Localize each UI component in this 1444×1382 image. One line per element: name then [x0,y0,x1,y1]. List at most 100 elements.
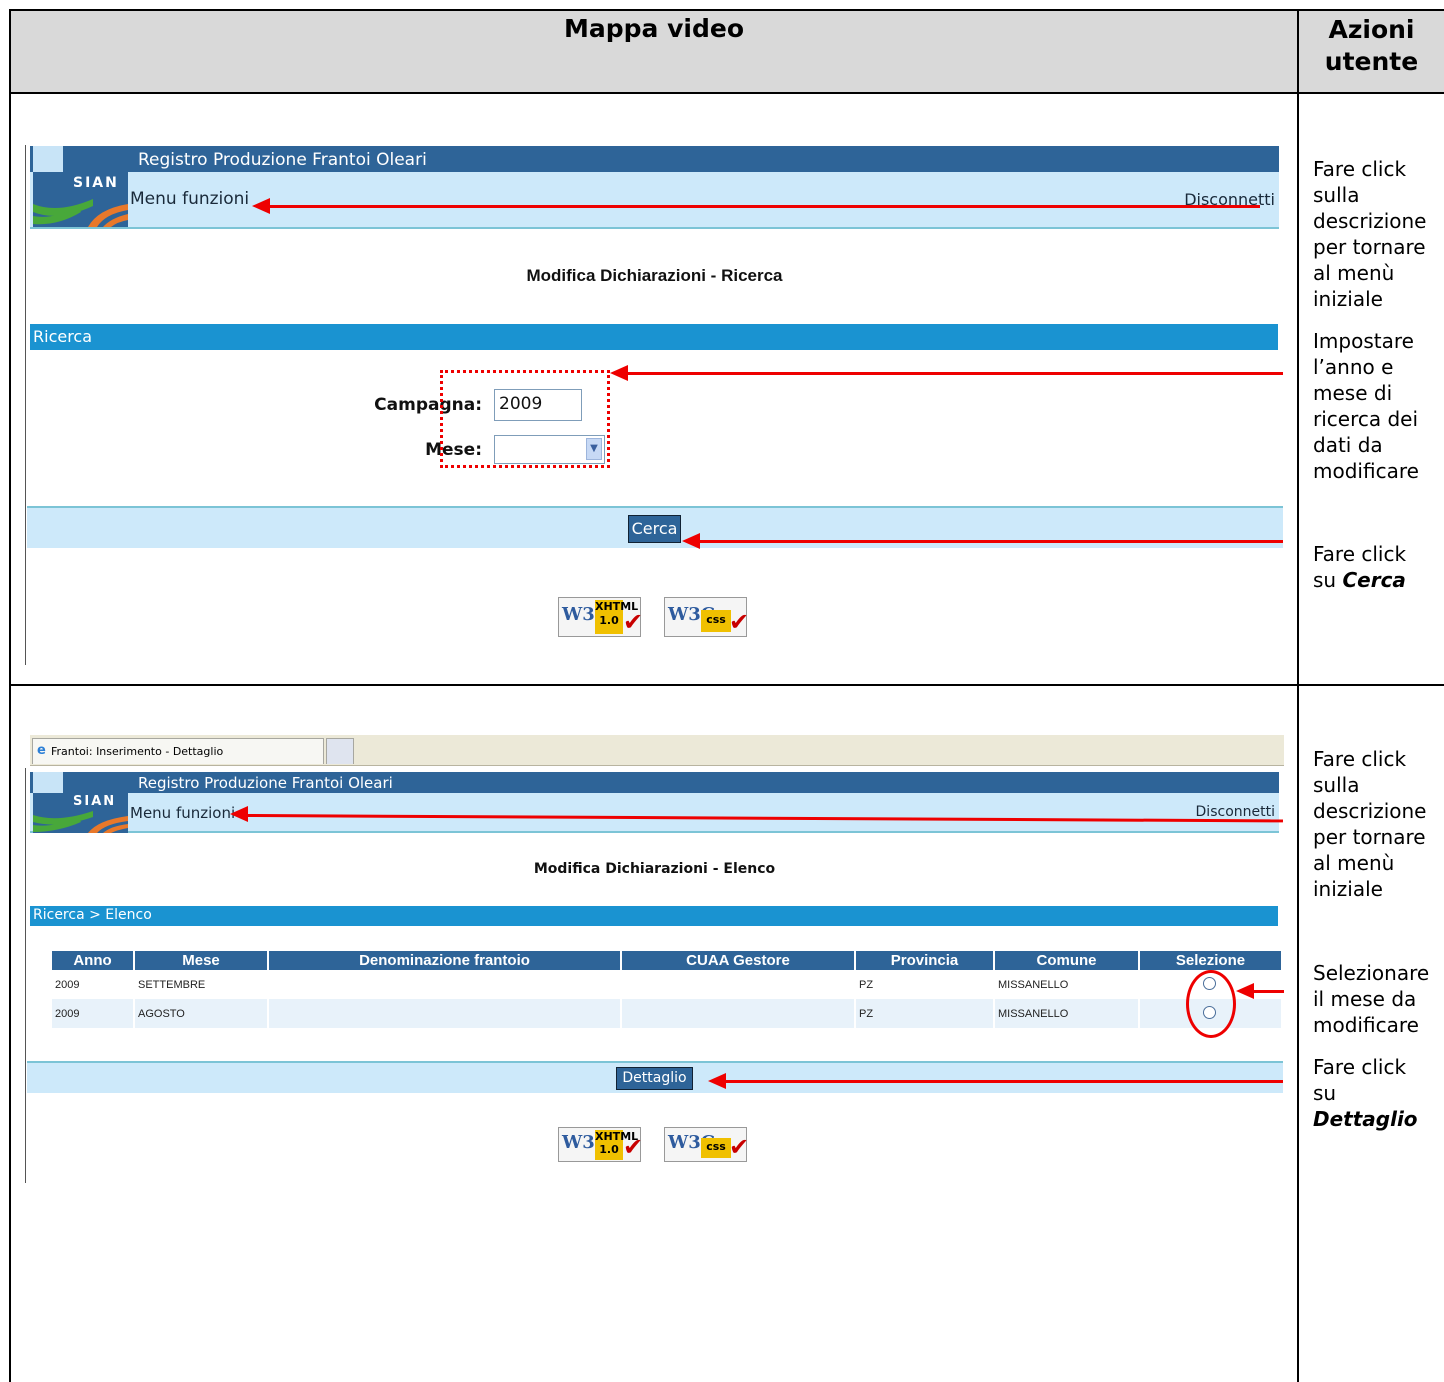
dettaglio-button[interactable]: Dettaglio [616,1067,693,1090]
browser-tab[interactable]: e Frantoi: Inserimento - Dettaglio [32,738,324,764]
column-title-line-2: utente [1324,47,1419,76]
checkmark-icon: ✔ [623,608,644,636]
action-line: modificare [1313,1013,1419,1037]
arrow-line-campagna [628,372,1283,375]
cell-frantoio [267,970,621,999]
cell-frantoio [267,999,621,1028]
highlight-box [440,370,610,468]
column-header[interactable]: Provincia [854,951,994,970]
checkmark-icon: ✔ [729,1133,750,1161]
action-line: su Cerca [1313,567,1441,593]
cell-anno: 2009 [55,978,80,991]
action-line: l’anno e [1313,355,1394,379]
table-border-middle [1297,9,1299,1382]
action-line: sulla [1313,183,1360,207]
cerca-button[interactable]: Cerca [628,515,681,543]
w3c-css-badge[interactable]: W3C css ✔ [664,597,750,637]
action-line: descrizione [1313,799,1427,823]
cell-anno: 2009 [52,999,134,1028]
breadcrumb-text[interactable]: Ricerca > Elenco [33,907,152,923]
column-header[interactable]: Comune [993,951,1139,970]
browser-tab-bar: e Frantoi: Inserimento - Dettaglio [30,735,1284,766]
table-border-row [10,684,1444,686]
logo-top-square [33,146,63,174]
action-line: mese di [1313,381,1393,405]
column-title-azioni-utente: Azioni utente [1299,14,1444,78]
arrow-head-icon [230,806,248,822]
xhtml-version: 1.0 [599,1143,619,1156]
cell-comune: MISSANELLO [993,999,1139,1028]
xhtml-version: 1.0 [599,614,619,627]
column-header[interactable]: Mese [133,951,268,970]
action-line: iniziale [1313,877,1383,901]
arrow-line-menu [270,205,1260,208]
breadcrumb: Ricerca > Elenco [30,906,1278,926]
arrow-head-icon [252,198,270,214]
checkmark-icon: ✔ [729,608,750,636]
table-row: 2009 SETTEMBRE PZ MISSANELLO [52,970,1281,999]
results-table: Anno Mese Denominazione frantoio CUAA Ge… [52,951,1281,1028]
action-line: Fare click [1313,1055,1407,1079]
column-header[interactable]: Anno [52,951,134,970]
action-line: al menù [1313,261,1395,285]
table-row: 2009 AGOSTO PZ MISSANELLO [52,999,1281,1028]
action-line: su [1313,1081,1337,1105]
section-label: Ricerca [33,327,93,346]
action-dettaglio: Fare click su Dettaglio [1313,1054,1441,1132]
xhtml-badge-yellow: XHTML 1.0 [595,600,639,634]
page-heading: Modifica Dichiarazioni - Elenco [533,861,776,877]
logo-top-square [33,772,63,794]
w3c-xhtml-badge[interactable]: W3C XHTML 1.0 ✔ [558,1127,644,1162]
nav-bar: Menu funzioni Disconnetti [30,172,1279,229]
action-line: per tornare [1313,235,1426,259]
xhtml-label: XHTML [595,600,639,613]
css-badge-yellow: css [701,610,731,632]
w3c-css-badge[interactable]: W3C css ✔ [664,1127,750,1162]
menu-funzioni-link[interactable]: Menu funzioni [130,804,235,822]
arrow-head-icon [708,1073,726,1089]
arrow-line-selezione [1254,990,1284,993]
page-heading: Modifica Dichiarazioni - Ricerca [526,266,783,285]
column-header[interactable]: Denominazione frantoio [267,951,621,970]
action-line: ricerca dei [1313,407,1419,431]
column-title-mappa-video: Mappa video [563,14,744,43]
checkmark-icon: ✔ [623,1133,644,1161]
sian-wave-icon [33,199,128,227]
table-border-left [9,9,11,1382]
cell-cuaa [620,999,855,1028]
menu-funzioni-link[interactable]: Menu funzioni [130,189,249,209]
arrow-head-icon [1236,983,1254,999]
xhtml-label: XHTML [595,1130,639,1143]
disconnetti-link[interactable]: Disconnetti [1196,804,1275,820]
column-header[interactable]: CUAA Gestore [620,951,855,970]
action-menu-1: Fare click sulla descrizione per tornare… [1313,156,1441,312]
cell-cuaa [620,970,855,999]
column-header[interactable]: Selezione [1138,951,1281,970]
css-badge-yellow: css [701,1138,731,1158]
section-bar-ricerca: Ricerca [30,324,1278,350]
arrow-head-icon [610,365,628,381]
action-line: Fare click [1313,747,1407,771]
table-header-row: Anno Mese Denominazione frantoio CUAA Ge… [52,951,1281,970]
highlight-ellipse [1186,970,1236,1038]
cell-comune: MISSANELLO [993,970,1139,999]
app-title: Registro Produzione Frantoi Oleari [138,774,393,792]
new-tab-button[interactable] [326,738,354,764]
w3c-xhtml-badge[interactable]: W3C XHTML 1.0 ✔ [558,597,644,637]
action-line: modificare [1313,459,1419,483]
cell-mese: SETTEMBRE [133,970,268,999]
action-selezionare: Selezionare il mese da modificare [1313,960,1441,1038]
action-cerca: Fare click su Cerca [1313,541,1441,593]
sian-logo-text: SIAN [73,175,119,191]
action-emphasis: Dettaglio [1313,1107,1418,1131]
action-line: sulla [1313,773,1360,797]
action-line: descrizione [1313,209,1427,233]
arrow-line-dettaglio [726,1080,1283,1083]
action-line: dati da [1313,433,1383,457]
sian-logo: SIAN [33,793,128,833]
xhtml-badge-yellow: XHTML 1.0 [595,1130,639,1160]
action-line: al menù [1313,851,1395,875]
cell-provincia: PZ [854,999,994,1028]
action-line: per tornare [1313,825,1426,849]
app-title: Registro Produzione Frantoi Oleari [138,150,427,170]
